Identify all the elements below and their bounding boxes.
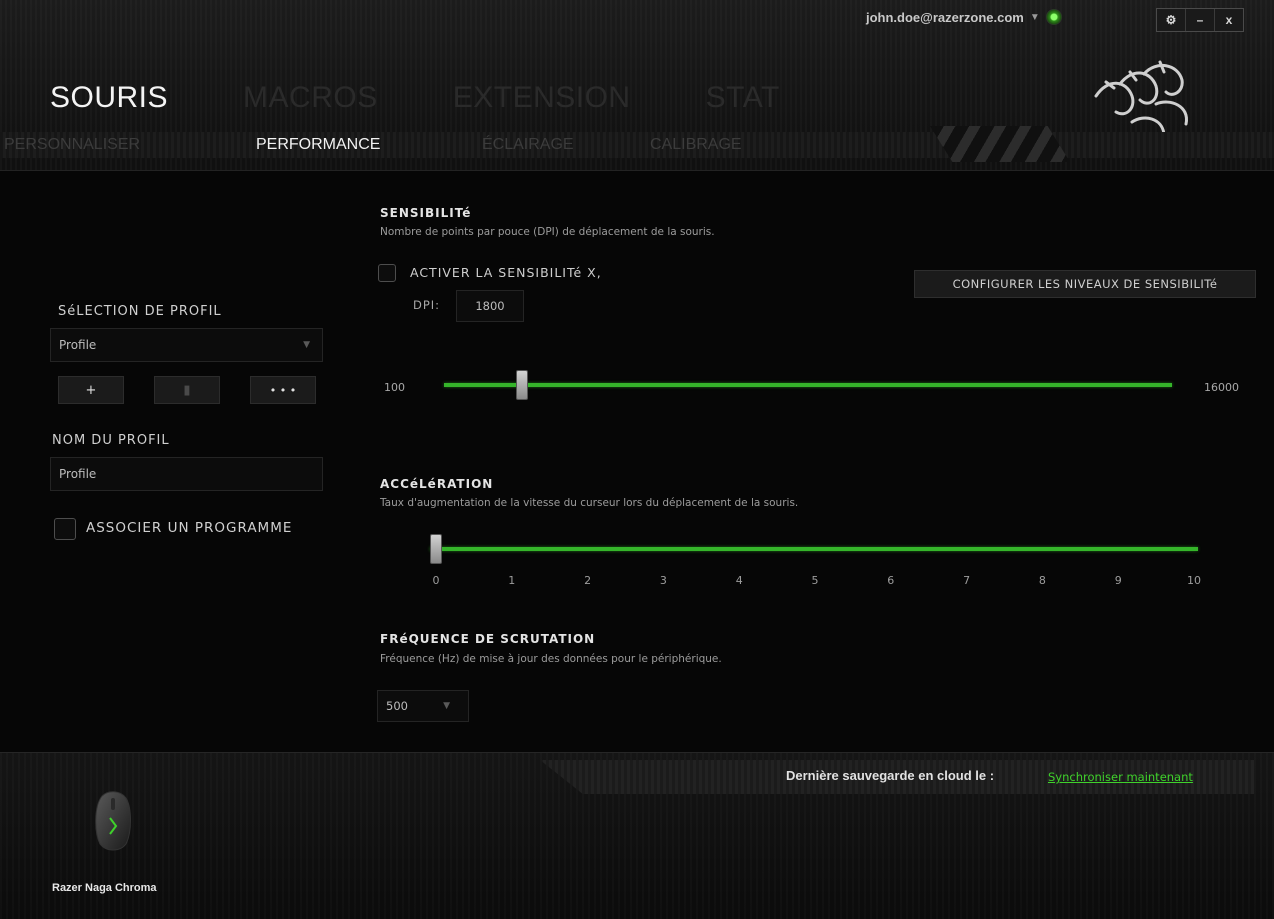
acceleration-tick-label: 10: [1187, 574, 1201, 587]
tab-souris[interactable]: SOURIS: [50, 80, 168, 116]
sensitivity-title: SENSIBILITé: [380, 206, 472, 220]
acceleration-tick-label: 7: [963, 574, 971, 587]
online-status-icon: [1045, 9, 1062, 25]
profile-name-label: NOM DU PROFIL: [52, 433, 170, 448]
acceleration-tick-label: 6: [887, 574, 895, 587]
acceleration-tick-label: 5: [811, 574, 819, 587]
dpi-input[interactable]: 1800: [456, 290, 524, 322]
tab-macros[interactable]: MACROS: [243, 80, 378, 116]
acceleration-tick-label: 4: [735, 574, 743, 587]
chevron-down-icon: ▼: [443, 701, 450, 711]
acceleration-tick-label: 0: [432, 574, 440, 587]
polling-rate-value: 500: [386, 699, 408, 713]
account-menu[interactable]: john.doe@razerzone.com ▼: [866, 9, 1062, 25]
sensitivity-slider-thumb[interactable]: [515, 370, 528, 400]
tab-extension[interactable]: EXTENSION: [453, 80, 631, 116]
enable-x-sensitivity-checkbox[interactable]: [378, 264, 396, 282]
profile-dropdown-value: Profile: [59, 338, 97, 352]
tab-personnaliser[interactable]: PERSONNALISER: [4, 136, 140, 154]
acceleration-slider-thumb[interactable]: [430, 534, 442, 564]
profile-dropdown[interactable]: Profile ▼: [50, 328, 323, 362]
polling-title: FRéQUENCE DE SCRUTATION: [380, 632, 596, 646]
profile-name-value: Profile: [59, 467, 97, 481]
acceleration-title: ACCéLéRATION: [380, 477, 494, 491]
acceleration-tick-label: 3: [659, 574, 667, 587]
minimize-button[interactable]: –: [1186, 9, 1215, 31]
cloud-save-label: Dernière sauvegarde en cloud le :: [786, 768, 995, 783]
profile-select-label: SéLECTION DE PROFIL: [58, 304, 222, 319]
tab-eclairage[interactable]: ÉCLAIRAGE: [482, 136, 574, 154]
acceleration-tick-label: 1: [508, 574, 516, 587]
delete-profile-button[interactable]: ▮: [154, 376, 220, 404]
sensitivity-slider-track[interactable]: [444, 383, 1172, 387]
device-name: Razer Naga Chroma: [52, 882, 157, 894]
acceleration-tick-label: 8: [1038, 574, 1046, 587]
mouse-device-icon[interactable]: [88, 790, 138, 852]
associate-program-label: ASSOCIER UN PROGRAMME: [86, 520, 293, 536]
tab-performance[interactable]: PERFORMANCE: [256, 136, 380, 154]
razer-synapse-window: john.doe@razerzone.com ▼ ⚙ – x SOURIS MA…: [0, 0, 1274, 919]
sensitivity-min-label: 100: [384, 381, 405, 394]
acceleration-slider-track[interactable]: [430, 547, 1198, 551]
chevron-down-icon[interactable]: ▼: [1030, 12, 1040, 23]
close-button[interactable]: x: [1215, 9, 1243, 31]
polling-description: Fréquence (Hz) de mise à jour des donnée…: [380, 653, 722, 665]
window-controls: ⚙ – x: [1156, 8, 1244, 32]
sensitivity-description: Nombre de points par pouce (DPI) de dépl…: [380, 226, 715, 238]
more-options-button[interactable]: • • •: [250, 376, 316, 404]
sync-now-link[interactable]: Synchroniser maintenant: [1048, 770, 1193, 784]
sub-tabs: PERSONNALISER PERFORMANCE ÉCLAIRAGE CALI…: [0, 132, 1274, 158]
account-email[interactable]: john.doe@razerzone.com: [866, 10, 1024, 25]
main-tabs: SOURIS MACROS EXTENSION STAT: [50, 80, 855, 116]
dpi-label: DPI:: [413, 298, 441, 312]
tab-stat[interactable]: STAT: [706, 80, 780, 116]
tab-calibrage[interactable]: CALIBRAGE: [650, 136, 742, 154]
configure-sensitivity-levels-button[interactable]: CONFIGURER LES NIVEAUX DE SENSIBILITé: [914, 270, 1256, 298]
enable-x-sensitivity-label: ACTIVER LA SENSIBILITé X,: [410, 265, 602, 280]
acceleration-tick-label: 2: [584, 574, 592, 587]
acceleration-tick-label: 9: [1114, 574, 1122, 587]
associate-program-checkbox[interactable]: [54, 518, 76, 540]
sensitivity-max-label: 16000: [1204, 381, 1239, 394]
decorative-stripes: [930, 126, 1070, 162]
polling-rate-dropdown[interactable]: 500 ▼: [377, 690, 469, 722]
settings-icon[interactable]: ⚙: [1157, 9, 1186, 31]
profile-name-input[interactable]: Profile: [50, 457, 323, 491]
chevron-down-icon: ▼: [303, 340, 310, 350]
dpi-value: 1800: [475, 299, 505, 313]
header: john.doe@razerzone.com ▼ ⚙ – x SOURIS MA…: [0, 0, 1274, 171]
add-profile-button[interactable]: +: [58, 376, 124, 404]
acceleration-description: Taux d'augmentation de la vitesse du cur…: [380, 497, 799, 509]
